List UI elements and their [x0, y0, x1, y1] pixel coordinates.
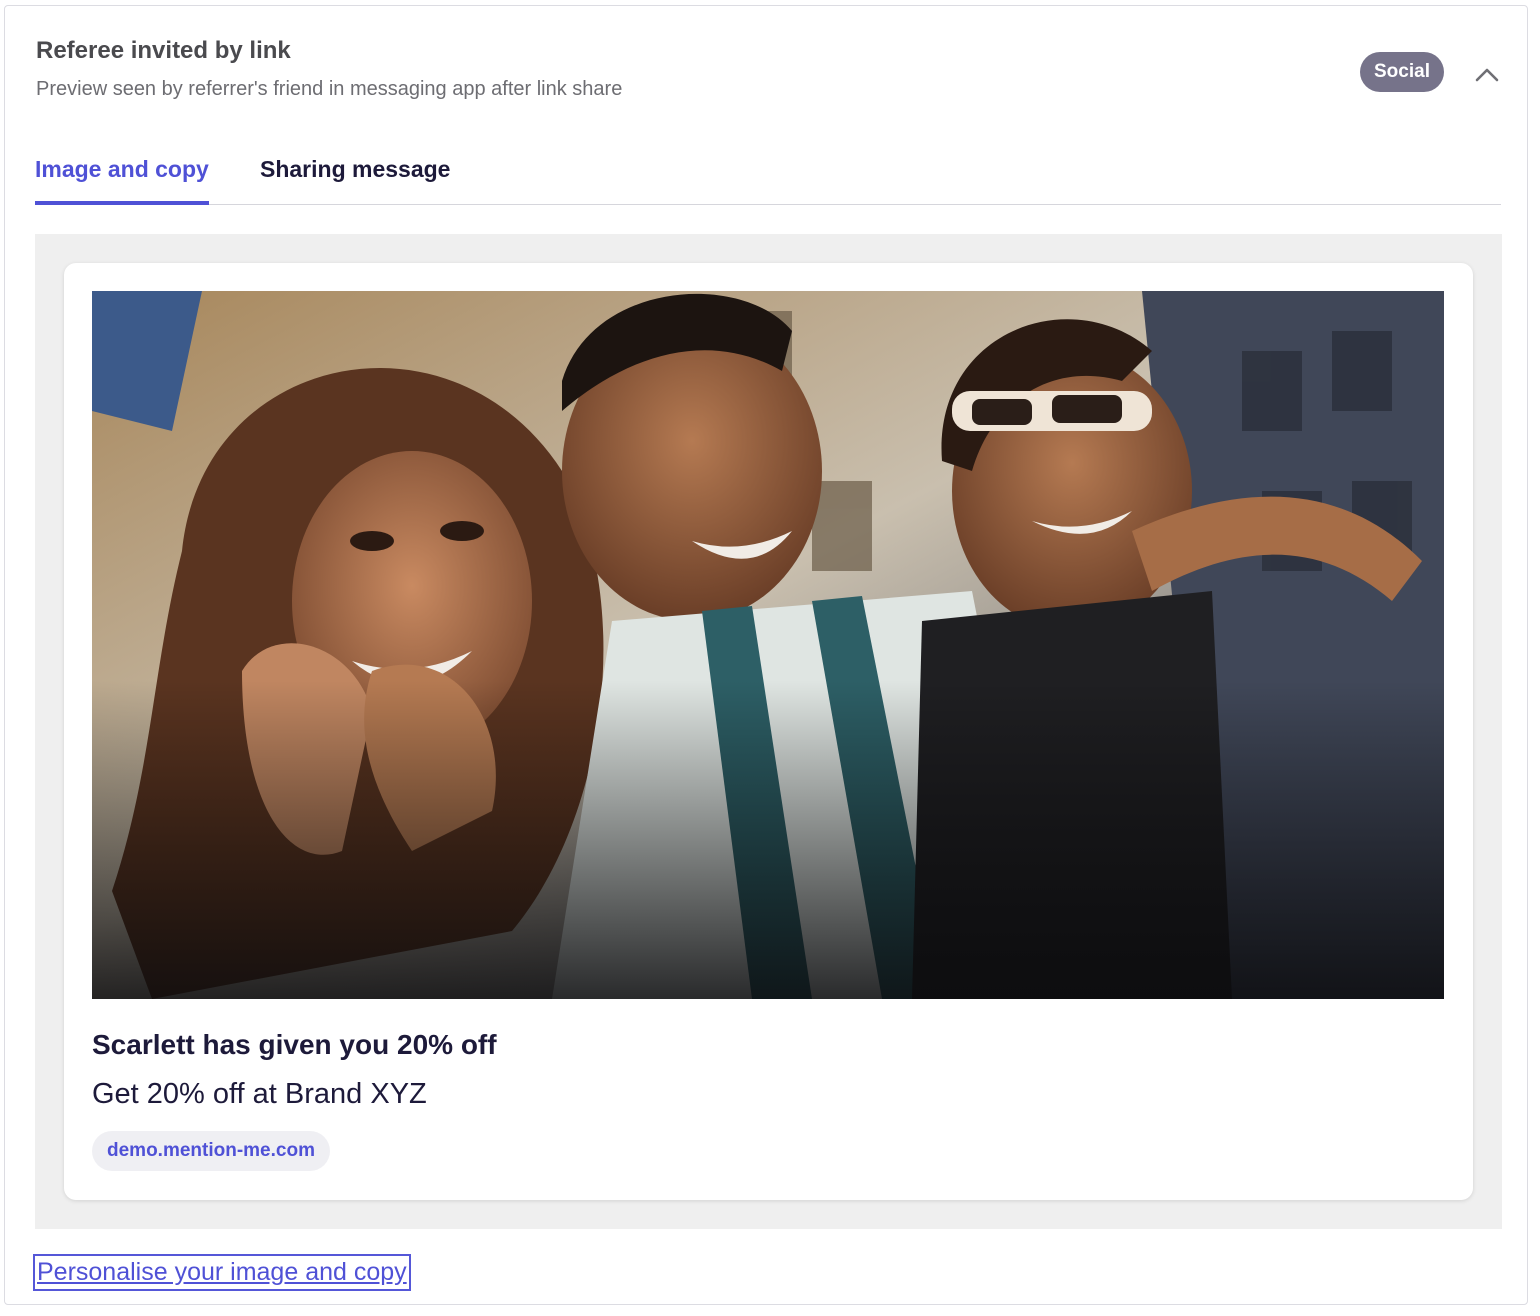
tab-sharing-message[interactable]: Sharing message: [260, 156, 450, 201]
card-subtitle: Preview seen by referrer's friend in mes…: [36, 78, 623, 100]
preview-photo: [92, 291, 1444, 999]
tab-bar: Image and copy Sharing message: [35, 146, 1501, 205]
chevron-up-icon[interactable]: [1471, 59, 1503, 91]
link-preview-card: Scarlett has given you 20% off Get 20% o…: [64, 263, 1473, 1200]
preview-body: Get 20% off at Brand XYZ: [92, 1078, 427, 1110]
tab-image-and-copy[interactable]: Image and copy: [35, 156, 209, 205]
preview-headline: Scarlett has given you 20% off: [92, 1029, 497, 1060]
preview-area: Scarlett has given you 20% off Get 20% o…: [35, 234, 1502, 1229]
referee-invite-card: Referee invited by link Preview seen by …: [4, 5, 1528, 1305]
preview-url[interactable]: demo.mention-me.com: [92, 1131, 330, 1171]
card-title: Referee invited by link: [36, 37, 291, 64]
social-badge: Social: [1360, 52, 1444, 92]
personalise-link[interactable]: Personalise your image and copy: [33, 1254, 411, 1291]
